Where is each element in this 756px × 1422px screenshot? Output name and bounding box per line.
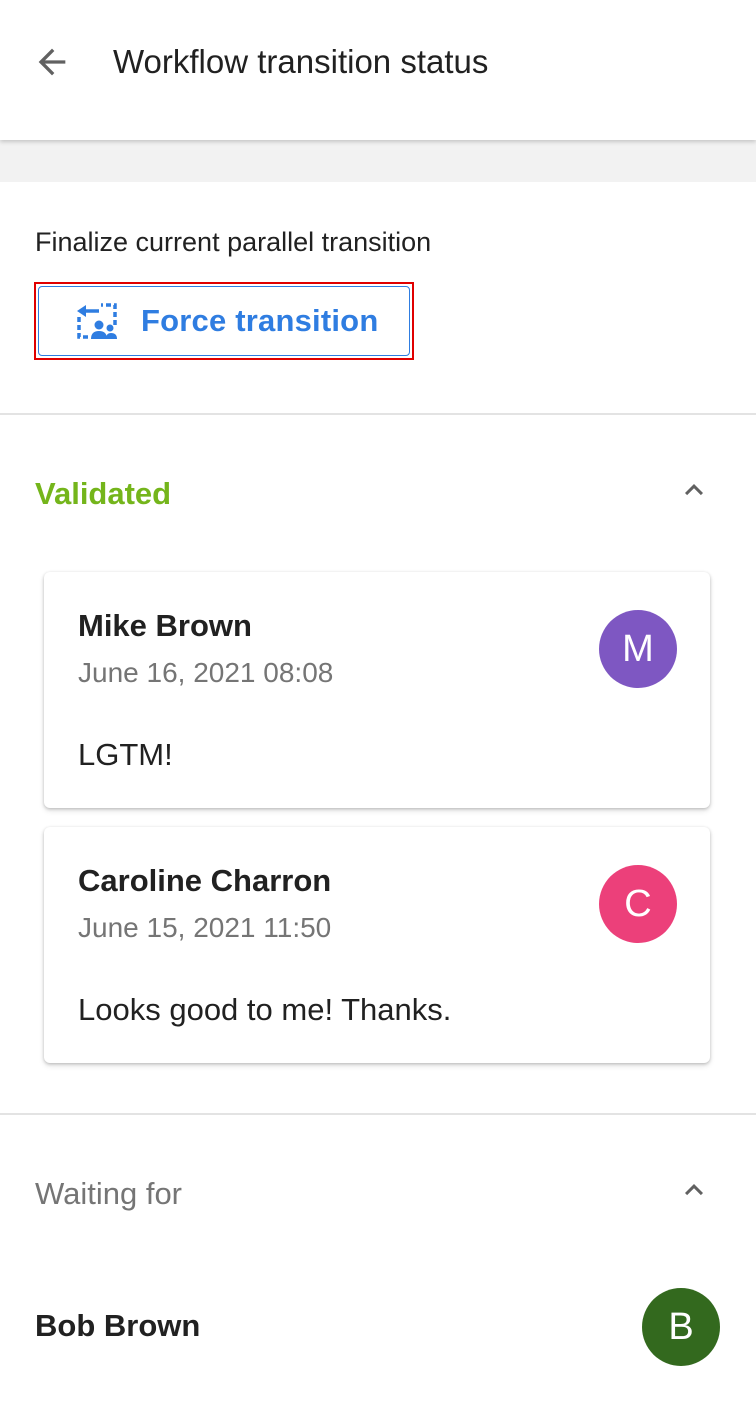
validation-card: Caroline Charron June 15, 2021 11:50 Loo… xyxy=(44,827,710,1063)
collapse-validated-button[interactable] xyxy=(668,464,720,516)
avatar: M xyxy=(599,610,677,688)
chevron-up-icon xyxy=(685,484,703,496)
header-spacer xyxy=(0,140,756,182)
validation-date: June 15, 2021 11:50 xyxy=(78,912,332,943)
waiting-user-name: Bob Brown xyxy=(35,1308,201,1343)
arrow-left-icon xyxy=(38,48,66,76)
chevron-up-icon xyxy=(685,1184,703,1196)
validator-name: Mike Brown xyxy=(78,608,252,643)
waiting-section-header[interactable]: Waiting for xyxy=(0,1164,756,1224)
app-bar: Workflow transition status xyxy=(0,0,756,140)
validation-comment: LGTM! xyxy=(78,737,173,772)
back-button[interactable] xyxy=(22,32,82,92)
divider xyxy=(0,1113,756,1115)
validation-card: Mike Brown June 16, 2021 08:08 LGTM! M xyxy=(44,572,710,808)
validated-title: Validated xyxy=(35,476,172,511)
finalize-description: Finalize current parallel transition xyxy=(35,227,432,257)
validation-date: June 16, 2021 08:08 xyxy=(78,657,334,688)
collapse-waiting-button[interactable] xyxy=(668,1164,720,1216)
force-transition-label: Force transition xyxy=(141,303,379,338)
validation-comment: Looks good to me! Thanks. xyxy=(78,992,452,1027)
validator-name: Caroline Charron xyxy=(78,863,332,898)
waiting-title: Waiting for xyxy=(35,1176,183,1211)
force-transition-button[interactable]: Force transition xyxy=(34,282,414,360)
validated-section-header[interactable]: Validated xyxy=(0,464,756,524)
avatar: B xyxy=(642,1288,720,1366)
divider xyxy=(0,413,756,415)
avatar: C xyxy=(599,865,677,943)
force-transition-icon xyxy=(73,297,121,345)
page-title: Workflow transition status xyxy=(113,43,489,80)
